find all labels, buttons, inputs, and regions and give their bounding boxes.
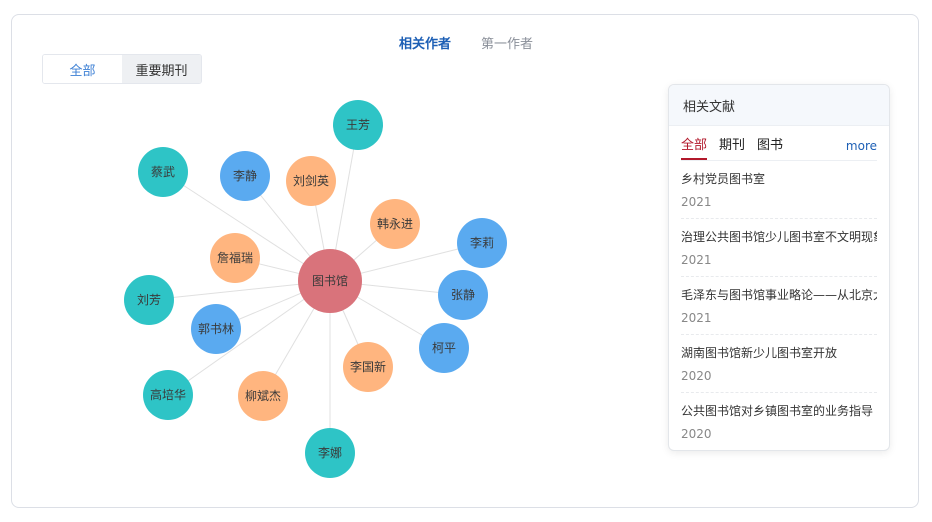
doc-title-link[interactable]: 毛泽东与图书馆事业略论——从北京大学图书馆谈起 (681, 286, 877, 303)
author-node[interactable]: 李莉 (457, 218, 507, 268)
doc-title-link[interactable]: 湖南图书馆新少儿图书室开放 (681, 344, 877, 361)
panel-title: 相关文献 (669, 85, 889, 126)
more-link[interactable]: more (846, 136, 877, 156)
node-label: 蔡武 (151, 165, 175, 179)
panel-tab-book[interactable]: 图书 (757, 136, 783, 160)
node-label: 詹福瑞 (217, 250, 253, 265)
author-node[interactable]: 蔡武 (138, 147, 188, 197)
author-node[interactable]: 高培华 (143, 370, 193, 420)
node-label: 柳斌杰 (245, 389, 281, 403)
doc-year: 2021 (681, 253, 712, 267)
doc-list: 乡村党员图书室 2021 治理公共图书馆少儿图书室不文明现象 2021 毛泽东与… (681, 161, 877, 450)
doc-year: 2021 (681, 195, 712, 209)
node-label: 张静 (451, 288, 475, 302)
center-topic-node[interactable]: 图书馆 (298, 249, 362, 313)
list-item: 公共图书馆对乡镇图书室的业务指导 2020 (681, 393, 877, 450)
author-node[interactable]: 刘芳 (124, 275, 174, 325)
node-label: 韩永进 (377, 216, 413, 231)
author-node[interactable]: 郭书林 (191, 304, 241, 354)
node-label: 刘剑英 (293, 173, 329, 188)
doc-title-link[interactable]: 治理公共图书馆少儿图书室不文明现象 (681, 228, 877, 245)
author-node[interactable]: 李静 (220, 151, 270, 201)
related-docs-panel: 相关文献 全部 期刊 图书 more 乡村党员图书室 2021 治理公共图书馆少… (668, 84, 890, 451)
list-item: 治理公共图书馆少儿图书室不文明现象 2021 (681, 219, 877, 277)
node-label: 高培华 (150, 387, 186, 402)
author-node[interactable]: 李国新 (343, 342, 393, 392)
node-label: 李国新 (350, 359, 386, 374)
doc-title-link[interactable]: 公共图书馆对乡镇图书室的业务指导 (681, 402, 877, 419)
node-label: 李娜 (318, 445, 342, 460)
list-item: 湖南图书馆新少儿图书室开放 2020 (681, 335, 877, 393)
author-node[interactable]: 詹福瑞 (210, 233, 260, 283)
author-node[interactable]: 李娜 (305, 428, 355, 478)
node-label: 刘芳 (137, 293, 161, 307)
doc-title-link[interactable]: 乡村党员图书室 (681, 170, 877, 187)
panel-tab-journal[interactable]: 期刊 (719, 136, 745, 160)
panel-tabs: 全部 期刊 图书 more (681, 136, 877, 161)
node-label: 李莉 (470, 235, 494, 250)
panel-tab-all[interactable]: 全部 (681, 136, 708, 160)
list-item: 乡村党员图书室 2021 (681, 161, 877, 219)
author-node[interactable]: 柯平 (419, 323, 469, 373)
doc-year: 2020 (681, 427, 712, 441)
author-node[interactable]: 王芳 (333, 100, 383, 150)
author-node[interactable]: 柳斌杰 (238, 371, 288, 421)
node-label: 郭书林 (198, 322, 234, 336)
node-label: 柯平 (432, 341, 456, 355)
doc-year: 2021 (681, 311, 712, 325)
author-node[interactable]: 刘剑英 (286, 156, 336, 206)
node-label: 李静 (233, 168, 257, 183)
doc-year: 2020 (681, 369, 712, 383)
author-node[interactable]: 张静 (438, 270, 488, 320)
list-item: 毛泽东与图书馆事业略论——从北京大学图书馆谈起 2021 (681, 277, 877, 335)
author-node[interactable]: 韩永进 (370, 199, 420, 249)
node-label: 图书馆 (312, 273, 348, 288)
node-label: 王芳 (346, 118, 370, 132)
